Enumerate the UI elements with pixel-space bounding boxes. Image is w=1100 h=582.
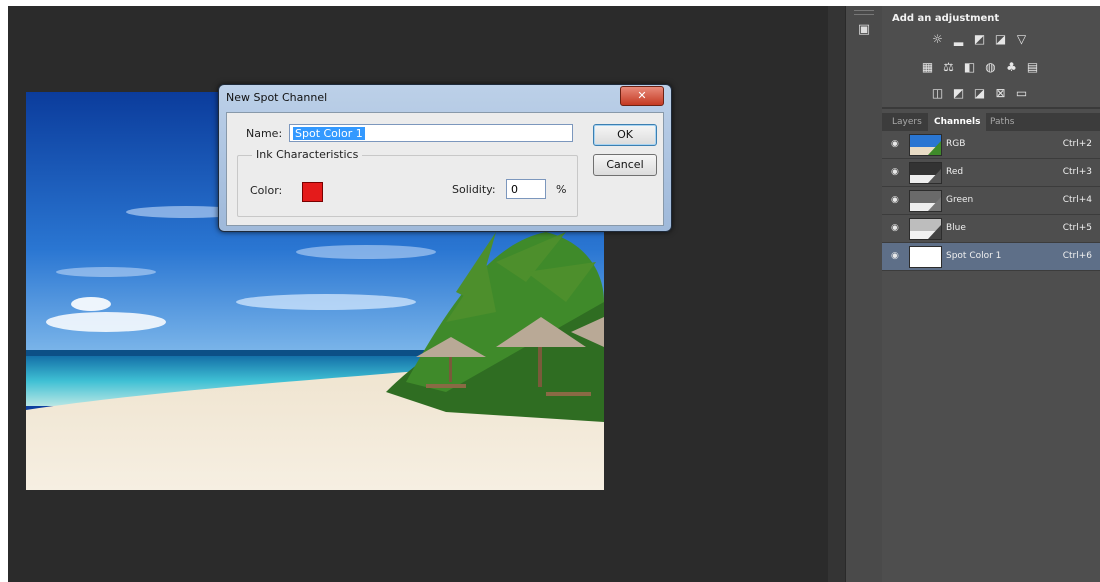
channel-name: Spot Color 1 xyxy=(946,251,1002,261)
adjustments-row-1: ☼ ▂ ◩ ◪ ▽ xyxy=(930,32,1029,47)
channel-shortcut: Ctrl+2 xyxy=(1062,139,1092,149)
channel-shortcut: Ctrl+6 xyxy=(1062,251,1092,261)
name-input-value: Spot Color 1 xyxy=(293,127,365,140)
channel-shortcut: Ctrl+4 xyxy=(1062,195,1092,205)
color-balance-icon[interactable]: ⚖ xyxy=(941,60,956,75)
channel-shortcut: Ctrl+5 xyxy=(1062,223,1092,233)
channel-shortcut: Ctrl+3 xyxy=(1062,167,1092,177)
channel-name: RGB xyxy=(946,139,966,149)
name-input[interactable]: Spot Color 1 xyxy=(289,124,573,142)
cancel-button[interactable]: Cancel xyxy=(593,154,657,176)
tab-layers[interactable]: Layers xyxy=(886,113,928,131)
name-label: Name: xyxy=(246,127,283,140)
channels-tabbar: Layers Channels Paths xyxy=(882,113,1100,131)
tab-channels[interactable]: Channels xyxy=(928,113,987,131)
color-lookup-icon[interactable]: ▤ xyxy=(1025,60,1040,75)
levels-icon[interactable]: ▂ xyxy=(951,32,966,47)
panel-icon-dock: ▣ xyxy=(845,6,883,582)
curves-icon[interactable]: ◩ xyxy=(972,32,987,47)
visibility-eye-icon[interactable]: ◉ xyxy=(891,224,901,233)
photo-filter-icon[interactable]: ◍ xyxy=(983,60,998,75)
channel-thumbnail xyxy=(909,134,942,156)
solidity-label: Solidity: xyxy=(452,183,496,196)
ink-characteristics-label: Ink Characteristics xyxy=(252,148,363,161)
vibrance-icon[interactable]: ▽ xyxy=(1014,32,1029,47)
channel-thumbnail xyxy=(909,246,942,268)
hue-saturation-icon[interactable]: ▦ xyxy=(920,60,935,75)
adjustments-row-3: ◫ ◩ ◪ ⊠ ▭ xyxy=(930,86,1029,101)
channel-mixer-icon[interactable]: ♣ xyxy=(1004,60,1019,75)
channel-row-red[interactable]: ◉ Red Ctrl+3 xyxy=(882,159,1100,187)
channel-thumbnail xyxy=(909,190,942,212)
exposure-icon[interactable]: ◪ xyxy=(993,32,1008,47)
visibility-eye-icon[interactable]: ◉ xyxy=(891,140,901,149)
channel-name: Green xyxy=(946,195,974,205)
adjustments-row-2: ▦ ⚖ ◧ ◍ ♣ ▤ xyxy=(920,60,1040,75)
percent-label: % xyxy=(556,183,567,196)
channel-name: Red xyxy=(946,167,964,177)
ok-button[interactable]: OK xyxy=(593,124,657,146)
dialog-title: New Spot Channel xyxy=(226,91,328,104)
ink-characteristics-group: Ink Characteristics Color: Solidity: 0 % xyxy=(237,148,578,217)
channel-row-green[interactable]: ◉ Green Ctrl+4 xyxy=(882,187,1100,215)
close-icon[interactable]: ✕ xyxy=(620,86,664,106)
tab-paths[interactable]: Paths xyxy=(984,113,1020,131)
visibility-eye-icon[interactable]: ◉ xyxy=(891,196,901,205)
visibility-eye-icon[interactable]: ◉ xyxy=(891,168,901,177)
selective-color-icon[interactable]: ⊠ xyxy=(993,86,1008,101)
dialog-body: Name: Spot Color 1 OK Cancel Ink Charact… xyxy=(226,112,664,226)
visibility-eye-icon[interactable]: ◉ xyxy=(891,252,901,261)
brightness-contrast-icon[interactable]: ☼ xyxy=(930,32,945,47)
channel-thumbnail xyxy=(909,162,942,184)
channel-thumbnail xyxy=(909,218,942,240)
invert-icon[interactable]: ◫ xyxy=(930,86,945,101)
adjustments-title: Add an adjustment xyxy=(892,13,1000,24)
panel-divider xyxy=(882,107,1100,109)
channel-row-rgb[interactable]: ◉ RGB Ctrl+2 xyxy=(882,131,1100,159)
color-label: Color: xyxy=(250,184,283,197)
gradient-map-icon[interactable]: ▭ xyxy=(1014,86,1029,101)
channel-name: Blue xyxy=(946,223,966,233)
channel-row-spot-color-1[interactable]: ◉ Spot Color 1 Ctrl+6 xyxy=(882,243,1100,271)
new-spot-channel-dialog: New Spot Channel ✕ Name: Spot Color 1 OK… xyxy=(218,84,672,232)
black-white-icon[interactable]: ◧ xyxy=(962,60,977,75)
solidity-input[interactable]: 0 xyxy=(506,179,546,199)
right-panel: Add an adjustment ☼ ▂ ◩ ◪ ▽ ▦ ⚖ ◧ ◍ ♣ ▤ … xyxy=(882,6,1100,582)
ink-color-swatch[interactable] xyxy=(302,182,323,202)
dock-grip-icon[interactable] xyxy=(854,10,874,15)
channel-row-blue[interactable]: ◉ Blue Ctrl+5 xyxy=(882,215,1100,243)
tool-presets-icon[interactable]: ▣ xyxy=(855,22,873,38)
dock-collapse-strip[interactable] xyxy=(828,6,845,582)
threshold-icon[interactable]: ◪ xyxy=(972,86,987,101)
posterize-icon[interactable]: ◩ xyxy=(951,86,966,101)
